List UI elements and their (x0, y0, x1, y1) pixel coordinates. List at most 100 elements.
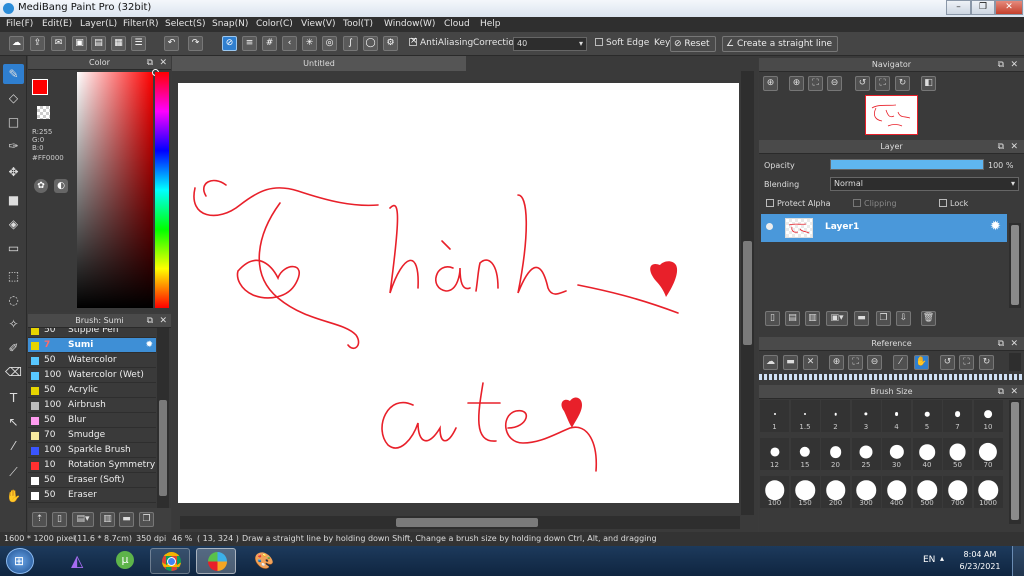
brush-size-100[interactable]: 100 (760, 476, 789, 508)
brush-properties-icon[interactable]: ▥ (100, 512, 115, 527)
menu-layer[interactable]: Layer(L) (80, 19, 117, 29)
new-brush-icon[interactable]: ▯ (52, 512, 67, 527)
brush-size-scrollbar[interactable] (1009, 400, 1021, 524)
document-tab[interactable]: Untitled (172, 56, 466, 71)
reset-rotate-icon[interactable]: ⛶ (875, 76, 890, 91)
undock-icon[interactable]: ⧉ (998, 59, 1004, 72)
menu-filter[interactable]: Filter(R) (123, 19, 159, 29)
reference-rotate-left-icon[interactable]: ↺ (940, 355, 955, 370)
reference-close-icon[interactable]: ✕ (803, 355, 818, 370)
visual-studio-taskbar-icon[interactable]: ◭ (60, 548, 100, 574)
brush-size-1000[interactable]: 1000 (973, 476, 1003, 508)
brush-size-50[interactable]: 50 (943, 438, 972, 470)
reference-eyedropper-icon[interactable]: ⁄ (893, 355, 908, 370)
close-icon[interactable]: ✕ (1010, 338, 1018, 351)
parallel-snap-icon[interactable]: ≡ (242, 36, 257, 51)
duplicate-brush-icon[interactable]: ❐ (139, 512, 154, 527)
cloud-icon[interactable]: ☁ (9, 36, 24, 51)
brush-item-watercolor[interactable]: 50 Watercolor (28, 353, 156, 368)
clock[interactable]: 8:04 AM 6/23/2021 (955, 549, 1005, 573)
canvas-horizontal-scrollbar[interactable] (180, 516, 740, 529)
show-desktop-button[interactable] (1012, 546, 1024, 576)
soft-edge-checkbox[interactable]: Soft Edge (595, 38, 649, 48)
opacity-slider[interactable] (830, 159, 984, 170)
reference-zoom-out-icon[interactable]: ⊖ (867, 355, 882, 370)
brush-size-25[interactable]: 25 (851, 438, 881, 470)
menu-file[interactable]: File(F) (6, 19, 33, 29)
share-icon[interactable]: ⇪ (30, 36, 45, 51)
brush-size-40[interactable]: 40 (912, 438, 942, 470)
snap-settings-icon[interactable]: ⚙ (383, 36, 398, 51)
eyedropper-tool-icon[interactable]: ⁄ (3, 436, 24, 456)
undo-icon[interactable]: ↶ (164, 36, 179, 51)
cross-snap-icon[interactable]: # (262, 36, 277, 51)
move-tool-icon[interactable]: ✥ (3, 162, 24, 182)
layer-scrollbar[interactable] (1009, 223, 1021, 308)
divide-tool-icon[interactable]: ⟋ (3, 462, 24, 482)
vertical-scrollbar-thumb[interactable] (743, 241, 752, 345)
layer-row-layer1[interactable]: Layer1 ✹ (761, 214, 1007, 242)
settings-icon[interactable]: ☰ (131, 36, 146, 51)
medibang-taskbar-icon[interactable] (196, 548, 236, 574)
close-icon[interactable]: ✕ (1010, 386, 1018, 399)
save-icon[interactable]: ▣ (72, 36, 87, 51)
text-tool-icon[interactable]: T (3, 388, 24, 408)
brush-item-smudge[interactable]: 70 Smudge (28, 428, 156, 443)
zoom-in-icon[interactable]: ⊕ (763, 76, 778, 91)
maximize-button[interactable]: ❐ (971, 0, 995, 15)
blending-select[interactable]: Normal ▾ (830, 177, 1019, 191)
rotate-right-icon[interactable]: ↻ (895, 76, 910, 91)
reference-open-icon[interactable]: ▬ (783, 355, 798, 370)
select-rect-icon[interactable]: ⬚ (3, 266, 24, 286)
canvas-vertical-scrollbar[interactable] (741, 71, 754, 515)
brush-size-scrollbar-thumb[interactable] (1011, 402, 1019, 520)
bucket-tool-icon[interactable]: ◈ (3, 214, 24, 234)
brush-item-acrylic[interactable]: 50 Acrylic (28, 383, 156, 398)
reference-zoom-in-icon[interactable]: ⊕ (829, 355, 844, 370)
layer-settings-gear-icon[interactable]: ✹ (990, 219, 1001, 234)
brush-size-3[interactable]: 3 (851, 400, 881, 432)
fit-icon[interactable]: ⛶ (808, 76, 823, 91)
create-straight-line-button[interactable]: ∠ Create a straight line (722, 36, 839, 52)
primary-color-swatch[interactable] (32, 79, 48, 95)
menu-select[interactable]: Select(S) (165, 19, 206, 29)
brush-item-sumi[interactable]: 7 Sumi ✹ (28, 338, 156, 353)
paint-taskbar-icon[interactable]: 🎨 (242, 548, 282, 574)
pen-tool-icon[interactable]: ✑ (3, 136, 24, 156)
brush-size-12[interactable]: 12 (760, 438, 789, 470)
duplicate-layer-icon[interactable]: ❐ (876, 311, 891, 326)
zoom-out-icon[interactable]: ⊖ (827, 76, 842, 91)
brush-size-300[interactable]: 300 (851, 476, 881, 508)
brush-item-airbrush[interactable]: 100 Airbrush (28, 398, 156, 413)
curve-snap-icon[interactable]: ∫ (343, 36, 358, 51)
reference-reset-rotate-icon[interactable]: ⛶ (959, 355, 974, 370)
brush-size-5[interactable]: 5 (912, 400, 942, 432)
layer-scrollbar-thumb[interactable] (1011, 225, 1019, 305)
brush-size-700[interactable]: 700 (943, 476, 972, 508)
folder-layer-icon[interactable]: ▬ (854, 311, 869, 326)
undock-icon[interactable]: ⧉ (998, 338, 1004, 351)
add-layer-menu-icon[interactable]: ▣▾ (826, 311, 848, 326)
fill-rect-tool-icon[interactable]: ■ (3, 190, 24, 210)
saturation-value-picker[interactable] (77, 72, 153, 308)
brush-size-20[interactable]: 20 (821, 438, 850, 470)
input-language[interactable]: EN (923, 555, 935, 565)
brush-menu-icon[interactable]: ▤▾ (72, 512, 94, 527)
brush-list-scrollbar[interactable] (157, 328, 169, 508)
close-icon[interactable]: ✕ (1010, 141, 1018, 154)
transparent-swatch[interactable] (37, 106, 50, 119)
document-icon[interactable]: ▤ (91, 36, 106, 51)
hand-tool-icon[interactable]: ✋ (3, 486, 24, 506)
brush-settings-gear-icon[interactable]: ✹ (145, 338, 153, 353)
drawing-canvas[interactable] (178, 83, 739, 503)
close-icon[interactable]: ✕ (1010, 59, 1018, 72)
reference-fit-icon[interactable]: ⛶ (848, 355, 863, 370)
new-8bit-layer-icon[interactable]: ▥ (805, 311, 820, 326)
flip-icon[interactable]: ◧ (921, 76, 936, 91)
magic-wand-icon[interactable]: ✧ (3, 314, 24, 334)
gradient-tool-icon[interactable]: ▭ (3, 238, 24, 258)
chrome-taskbar-icon[interactable] (150, 548, 190, 574)
brush-size-500[interactable]: 500 (912, 476, 942, 508)
reference-hand-icon[interactable]: ✋ (914, 355, 929, 370)
zoom-in-icon[interactable]: ⊕ (789, 76, 804, 91)
